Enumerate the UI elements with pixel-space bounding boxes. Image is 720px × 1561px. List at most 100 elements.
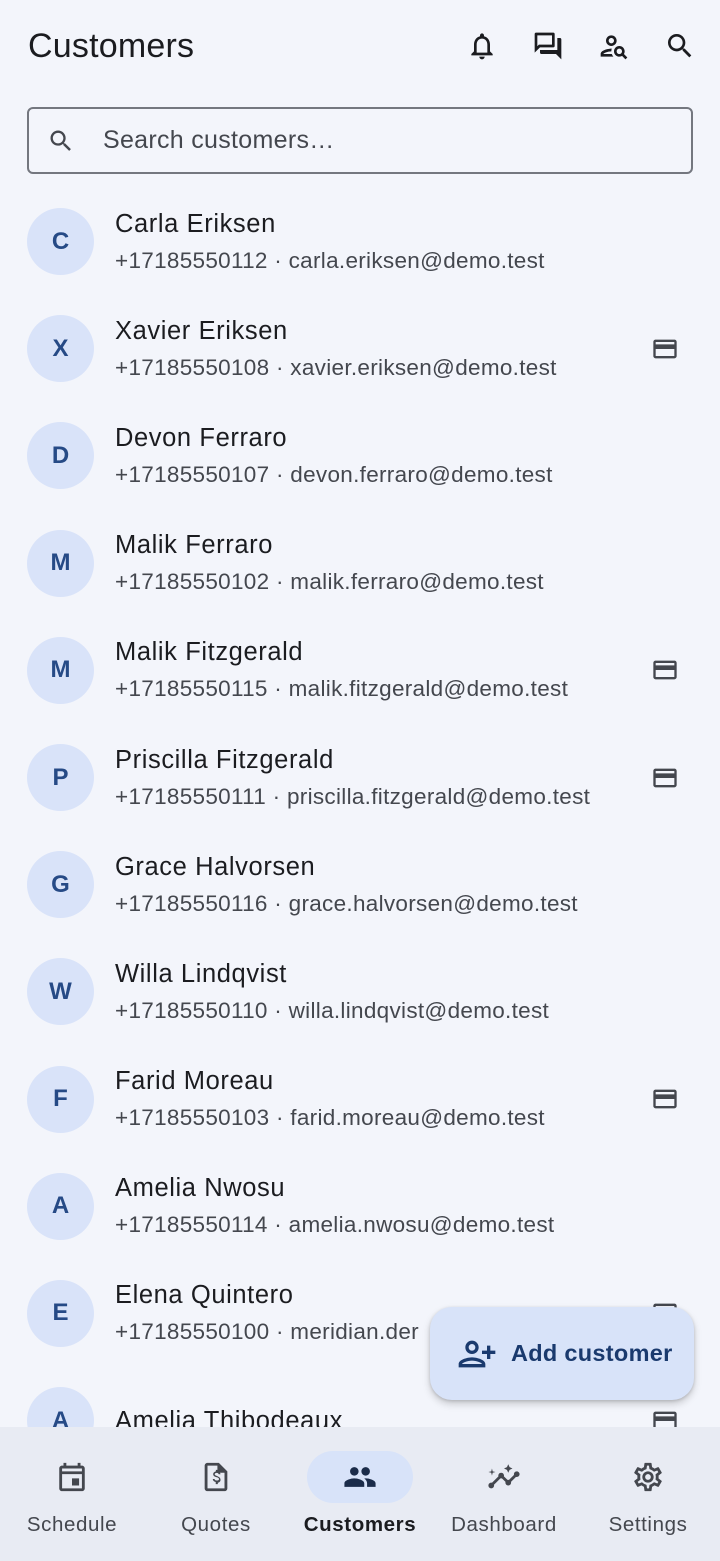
page-title: Customers <box>28 26 195 65</box>
contact-separator: · <box>266 783 287 809</box>
nav-schedule-label: Schedule <box>26 1513 118 1536</box>
avatar: X <box>27 315 94 383</box>
customer-contact: +17185550102 · malik.ferraro@demo.test <box>115 566 544 598</box>
customer-row[interactable]: C Carla Eriksen +17185550112 · carla.eriks… <box>0 188 720 295</box>
customer-email: amelia.nwosu@demo.test <box>288 1212 555 1238</box>
customer-contact: +17185550114 · amelia.nwosu@demo.test <box>115 1209 554 1241</box>
customer-email: malik.fitzgerald@demo.test <box>288 676 569 702</box>
credit-card-icon <box>653 661 677 680</box>
payment-card-indicator <box>651 656 679 684</box>
customer-name: Malik Ferraro <box>115 531 273 560</box>
customer-phone: +17185550102 <box>115 569 270 595</box>
person-search-icon <box>600 35 628 60</box>
customer-email: devon.ferraro@demo.test <box>290 461 553 487</box>
nav-quotes-label: Quotes <box>181 1513 251 1536</box>
insights-icon <box>488 1464 520 1489</box>
customer-text: Xavier Eriksen +17185550108 · xavier.erik… <box>115 314 557 384</box>
customer-row[interactable]: X Xavier Eriksen +17185550108 · xavier.eri… <box>0 295 720 402</box>
customer-name: Carla Eriksen <box>115 209 276 238</box>
customer-name: Elena Quintero <box>115 1281 294 1310</box>
group-icon <box>344 1467 376 1487</box>
customer-row[interactable]: M Malik Fitzgerald +17185550115 · malik.fi… <box>0 617 720 724</box>
customer-text: Farid Moreau +17185550103 · farid.moreau@… <box>115 1064 545 1134</box>
customer-name: Willa Lindqvist <box>115 959 287 988</box>
customer-contact: +17185550112 · carla.eriksen@demo.test <box>115 245 545 277</box>
person-search-button[interactable] <box>590 22 638 70</box>
customer-text: Malik Ferraro +17185550102 · malik.ferrar… <box>115 528 544 598</box>
contact-separator: · <box>267 676 289 702</box>
customer-name: Devon Ferraro <box>115 423 288 452</box>
customer-row[interactable]: M Malik Ferraro +17185550102 · malik.ferra… <box>0 510 720 617</box>
customer-row[interactable]: G Grace Halvorsen +17185550116 · grace.hal… <box>0 831 720 938</box>
nav-schedule[interactable]: Schedule <box>0 1427 144 1561</box>
nav-quotes-indicator <box>163 1451 269 1503</box>
nav-schedule-indicator <box>19 1451 125 1503</box>
customer-email: carla.eriksen@demo.test <box>288 247 545 273</box>
search-field[interactable] <box>27 107 693 174</box>
avatar: G <box>27 851 94 919</box>
customer-contact: +17185550116 · grace.halvorsen@demo.test <box>115 888 578 920</box>
invoice-dollar-icon <box>204 1462 228 1492</box>
nav-quotes[interactable]: Quotes <box>144 1427 288 1561</box>
nav-settings-indicator <box>595 1451 701 1503</box>
payment-card-indicator <box>651 764 679 792</box>
add-customer-label: Add customer <box>511 1340 673 1366</box>
customer-phone: +17185550112 <box>115 247 268 273</box>
avatar: C <box>27 208 94 276</box>
customer-email: grace.halvorsen@demo.test <box>288 890 578 916</box>
customer-phone: +17185550116 <box>115 890 268 916</box>
add-customer-button[interactable]: Add customer <box>430 1307 694 1400</box>
contact-separator: · <box>267 1212 289 1238</box>
search-icon <box>668 34 692 58</box>
customer-name: Farid Moreau <box>115 1067 274 1096</box>
avatar: P <box>27 744 94 812</box>
avatar: M <box>27 636 94 704</box>
customer-email: priscilla.fitzgerald@demo.test <box>286 783 591 809</box>
customer-contact: +17185550107 · devon.ferraro@demo.test <box>115 459 553 491</box>
customer-phone: +17185550114 <box>115 1212 268 1238</box>
contact-separator: · <box>269 1319 291 1345</box>
top-actions <box>458 22 704 70</box>
notifications-button[interactable] <box>458 22 506 70</box>
credit-card-icon <box>653 768 677 787</box>
nav-dashboard-indicator <box>451 1451 557 1503</box>
avatar: F <box>27 1065 94 1133</box>
nav-dashboard[interactable]: Dashboard <box>432 1427 576 1561</box>
nav-dashboard-label: Dashboard <box>451 1513 557 1536</box>
chat-icon <box>534 32 562 60</box>
customer-text: Malik Fitzgerald +17185550115 · malik.fit… <box>115 635 568 705</box>
customer-contact: +17185550110 · willa.lindqvist@demo.test <box>115 995 549 1027</box>
credit-card-icon <box>653 1089 677 1109</box>
customer-phone: +17185550100 <box>115 1319 270 1345</box>
customer-phone: +17185550103 <box>115 1105 270 1131</box>
customer-phone: +17185550111 <box>115 783 267 809</box>
customer-row[interactable]: D Devon Ferraro +17185550107 · devon.ferra… <box>0 402 720 509</box>
customer-contact: +17185550115 · malik.fitzgerald@demo.tes… <box>115 673 568 705</box>
customers-screen: Customers C Carla Eriksen +17185550112 · c… <box>0 0 720 1561</box>
customer-phone: +17185550108 <box>115 354 270 380</box>
messages-button[interactable] <box>524 22 572 70</box>
customer-contact: +17185550103 · farid.moreau@demo.test <box>115 1102 545 1134</box>
nav-settings[interactable]: Settings <box>576 1427 720 1561</box>
credit-card-icon <box>653 339 677 359</box>
contact-separator: · <box>269 1105 291 1131</box>
nav-customers[interactable]: Customers <box>288 1427 432 1561</box>
bell-icon <box>471 33 493 60</box>
customer-phone: +17185550107 <box>115 461 270 487</box>
customer-text: Amelia Nwosu +17185550114 · amelia.nwosu@… <box>115 1171 554 1241</box>
customer-phone: +17185550110 <box>115 997 268 1023</box>
customer-row[interactable]: W Willa Lindqvist +17185550110 · willa.lin… <box>0 938 720 1045</box>
customer-row[interactable]: A Amelia Nwosu +17185550114 · amelia.nwosu… <box>0 1153 720 1260</box>
gear-icon <box>634 1462 662 1492</box>
contact-separator: · <box>267 890 289 916</box>
customer-row[interactable]: F Farid Moreau +17185550103 · farid.moreau… <box>0 1046 720 1153</box>
customer-row[interactable]: P Priscilla Fitzgerald +17185550111 · pris… <box>0 724 720 831</box>
search-button[interactable] <box>656 22 704 70</box>
customer-email: farid.moreau@demo.test <box>290 1105 545 1131</box>
customer-contact: +17185550100 · meridian.der <box>115 1316 419 1348</box>
contact-separator: · <box>267 247 289 273</box>
customer-contact: +17185550111 · priscilla.fitzgerald@demo… <box>115 781 590 813</box>
search-input[interactable] <box>103 126 663 155</box>
customer-text: Elena Quintero +17185550100 · meridian.de… <box>115 1278 419 1348</box>
customer-text: Grace Halvorsen +17185550116 · grace.halv… <box>115 850 578 920</box>
